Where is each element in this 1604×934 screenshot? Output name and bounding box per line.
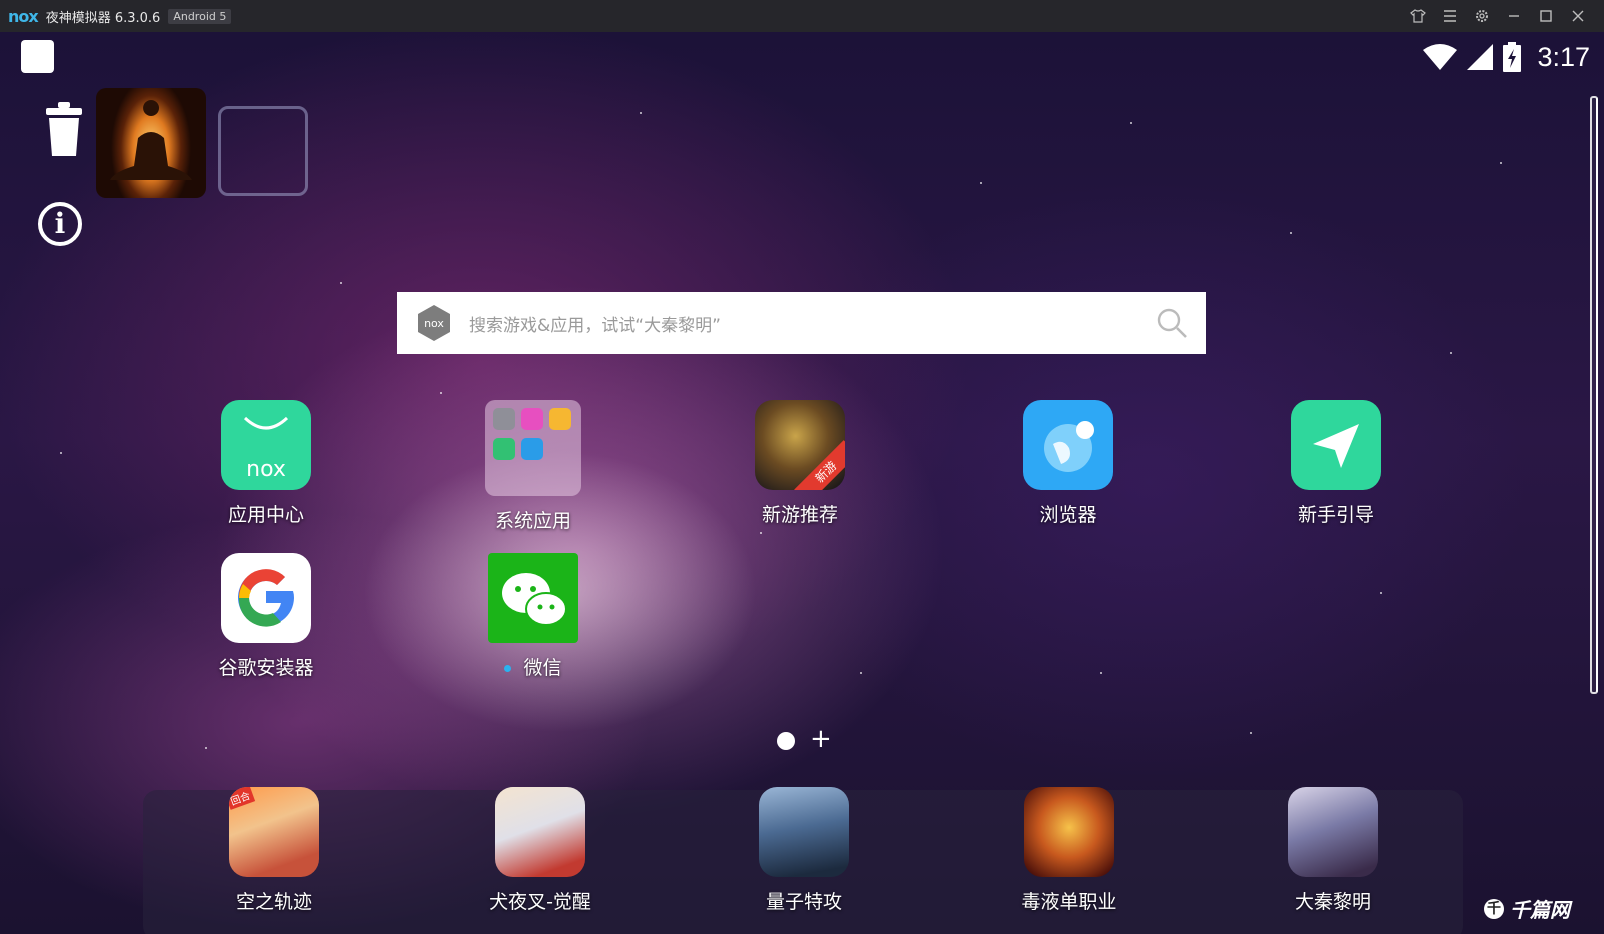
star (1380, 592, 1382, 594)
files-mini-icon (549, 408, 571, 430)
app-label: 浏览器 (1039, 504, 1097, 526)
samurai-game-icon: 新游 (755, 400, 845, 490)
android-home-screen: 3:17 i nox 搜索游戏&应用，试试“大秦黎明” nox 应用中心 系统应… (0, 32, 1604, 934)
dock-app-quantum-strike[interactable]: 量子特攻 (729, 787, 879, 914)
recent-app-thumbnail[interactable] (96, 88, 206, 198)
trash-icon[interactable] (44, 102, 84, 156)
search-bar[interactable]: nox 搜索游戏&应用，试试“大秦黎明” (397, 292, 1206, 354)
add-page-button[interactable]: + (810, 724, 832, 754)
watermark-text: 千篇网 (1510, 898, 1570, 922)
app-app-center[interactable]: nox 应用中心 (191, 400, 341, 527)
menu-icon[interactable] (1434, 0, 1466, 32)
nox-hexagon-icon: nox (417, 305, 451, 341)
shirt-icon[interactable] (1402, 0, 1434, 32)
scrollbar[interactable] (1590, 96, 1598, 694)
nox-logo: nox (8, 6, 39, 26)
notification-icon[interactable] (21, 40, 54, 73)
star (340, 282, 342, 284)
star (440, 392, 442, 394)
dock-app-inuyasha[interactable]: 犬夜叉-觉醒 (465, 787, 615, 914)
settings-mini-icon (493, 408, 515, 430)
info-icon[interactable]: i (38, 202, 82, 246)
app-label: 量子特攻 (765, 891, 842, 913)
sora-trails-game-icon: 回合 (229, 787, 319, 877)
wechat-icon (488, 553, 578, 643)
star (1500, 162, 1502, 164)
star (1130, 122, 1132, 124)
app-wechat[interactable]: 微信 (458, 553, 608, 680)
nox-app-center-icon: nox (221, 400, 311, 490)
browser-icon (1023, 400, 1113, 490)
contacts-mini-icon (521, 438, 543, 460)
new-game-badge: 新游 (794, 440, 845, 490)
signal-icon (1467, 44, 1494, 70)
star (1290, 232, 1292, 234)
title-bar: nox 夜神模拟器 6.3.0.6 Android 5 (0, 0, 1604, 32)
google-g-icon (221, 553, 311, 643)
app-label: 新游推荐 (761, 504, 838, 526)
app-label: 新手引导 (1297, 504, 1374, 526)
android-version-badge: Android 5 (168, 8, 232, 24)
clock: 3:17 (1537, 41, 1590, 72)
inuyasha-game-icon (495, 787, 585, 877)
wifi-icon (1423, 44, 1458, 70)
folder-icon (485, 400, 581, 496)
watermark-logo-icon: 千 (1484, 898, 1504, 919)
minimize-icon[interactable] (1498, 0, 1530, 32)
svg-text:nox: nox (424, 317, 444, 330)
gear-icon[interactable] (1466, 0, 1498, 32)
app-system-apps-folder[interactable]: 系统应用 (458, 400, 608, 533)
site-watermark: 千 千篇网 (1484, 894, 1570, 923)
download-mini-icon (493, 438, 515, 460)
dock-app-sora-trails[interactable]: 回合 空之轨迹 (199, 787, 349, 914)
star (60, 452, 62, 454)
window-title: 夜神模拟器 6.3.0.6 (45, 10, 161, 26)
app-label: 犬夜叉-觉醒 (489, 891, 591, 913)
daqin-dawn-game-icon (1288, 787, 1378, 877)
venom-class-game-icon (1024, 787, 1114, 877)
svg-text:nox: nox (246, 457, 286, 482)
new-install-dot (504, 665, 512, 672)
star (640, 112, 642, 114)
star (860, 672, 862, 674)
app-beginner-guide[interactable]: 新手引导 (1261, 400, 1411, 527)
app-new-games[interactable]: 新游 新游推荐 (725, 400, 875, 527)
app-label: 谷歌安装器 (218, 657, 314, 679)
dock-app-venom-class[interactable]: 毒液单职业 (994, 787, 1144, 914)
quantum-strike-game-icon (759, 787, 849, 877)
maximize-icon[interactable] (1530, 0, 1562, 32)
search-icon[interactable] (1156, 307, 1188, 339)
star (1450, 352, 1452, 354)
app-label: 应用中心 (227, 504, 304, 526)
star (205, 747, 207, 749)
app-label: 系统应用 (494, 510, 571, 532)
battery-charging-icon (1503, 42, 1522, 72)
app-label: 空之轨迹 (235, 891, 312, 913)
turn-based-badge: 回合 (229, 787, 256, 810)
close-icon[interactable] (1562, 0, 1594, 32)
app-browser[interactable]: 浏览器 (993, 400, 1143, 527)
send-arrow-icon (1291, 400, 1381, 490)
app-label: 微信 (458, 653, 608, 680)
star (1250, 732, 1252, 734)
dock-app-daqin-dawn[interactable]: 大秦黎明 (1258, 787, 1408, 914)
page-indicator-dot[interactable] (777, 732, 795, 750)
recent-app-empty-slot[interactable] (218, 106, 308, 196)
star (980, 182, 982, 184)
star (1100, 672, 1102, 674)
app-google-installer[interactable]: 谷歌安装器 (191, 553, 341, 680)
wechat-label: 微信 (523, 657, 562, 679)
status-bar: 3:17 (1423, 37, 1590, 77)
star (760, 532, 762, 534)
app-label: 大秦黎明 (1294, 891, 1371, 913)
search-input[interactable]: 搜索游戏&应用，试试“大秦黎明” (469, 311, 1156, 336)
gallery-mini-icon (521, 408, 543, 430)
app-label: 毒液单职业 (1021, 891, 1117, 913)
